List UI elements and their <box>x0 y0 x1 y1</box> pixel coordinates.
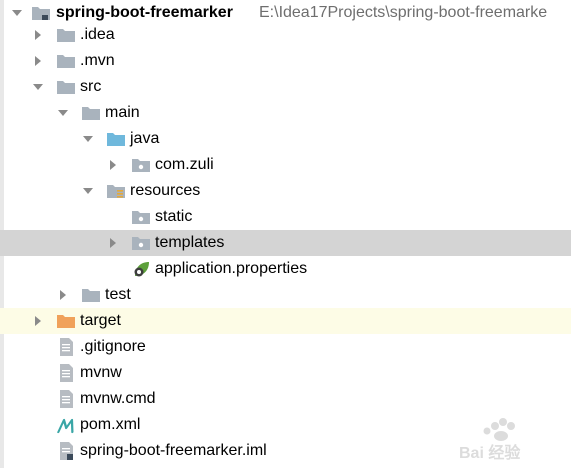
tree-row-main[interactable]: main <box>0 100 571 126</box>
resources-folder-icon <box>107 185 125 198</box>
tree-item-label: test <box>105 286 131 303</box>
tree-row-mvn[interactable]: .mvn <box>0 48 571 74</box>
tree-row-com-zuli[interactable]: com.zuli <box>0 152 571 178</box>
chevron-right-icon[interactable] <box>58 290 68 300</box>
folder-icon <box>82 107 100 120</box>
tree-item-label: static <box>155 208 193 225</box>
chevron-right-icon[interactable] <box>33 56 43 66</box>
tree-item-label: resources <box>130 182 201 199</box>
folder-icon <box>57 29 75 42</box>
folder-icon <box>82 289 100 302</box>
tree-item-label: mvnw <box>80 364 122 381</box>
tree-item-label: spring-boot-freemarker.iml <box>80 442 267 459</box>
tree-row-templates[interactable]: templates <box>0 230 571 256</box>
text-file-icon <box>60 390 73 408</box>
tree-item-label: application.properties <box>155 260 308 277</box>
spring-config-file-icon <box>134 262 149 277</box>
tree-item-label: mvnw.cmd <box>80 390 156 407</box>
tree-row-application-properties[interactable]: application.properties <box>0 256 571 282</box>
package-icon <box>132 237 150 250</box>
tree-item-label: .gitignore <box>80 338 146 355</box>
chevron-down-icon[interactable] <box>58 108 68 118</box>
tree-row-idea[interactable]: .idea <box>0 22 571 48</box>
source-folder-icon <box>107 133 125 146</box>
project-path: E:\Idea17Projects\spring-boot-freemarke <box>259 4 548 21</box>
tree-item-label: templates <box>155 234 225 251</box>
maven-icon <box>57 418 74 434</box>
chevron-down-icon[interactable] <box>83 134 93 144</box>
module-folder-icon <box>32 7 50 20</box>
tree-row-mvnw-cmd[interactable]: mvnw.cmd <box>0 386 571 412</box>
package-icon <box>132 159 150 172</box>
tree-item-label: src <box>80 78 102 95</box>
excluded-folder-icon <box>57 315 75 328</box>
tree-row-gitignore[interactable]: .gitignore <box>0 334 571 360</box>
chevron-right-icon[interactable] <box>33 30 43 40</box>
folder-icon <box>57 55 75 68</box>
chevron-down-icon[interactable] <box>12 8 22 18</box>
folder-icon <box>57 81 75 94</box>
tree-item-label: .mvn <box>80 52 115 69</box>
module-file-icon <box>60 442 73 460</box>
tree-item-label: main <box>105 104 140 121</box>
project-tree: spring-boot-freemarker E:\Idea17Projects… <box>0 0 571 468</box>
text-file-icon <box>60 364 73 382</box>
text-file-icon <box>60 338 73 356</box>
watermark-text: Bai 经验 <box>459 443 521 462</box>
tree-item-label: com.zuli <box>155 156 214 173</box>
tree-row-resources[interactable]: resources <box>0 178 571 204</box>
tree-row-static[interactable]: static <box>0 204 571 230</box>
chevron-right-icon[interactable] <box>108 160 118 170</box>
tree-item-label: pom.xml <box>80 416 141 433</box>
package-icon <box>132 211 150 224</box>
tree-item-label: .idea <box>80 26 115 43</box>
tree-item-label: target <box>80 312 121 329</box>
tree-item-label: java <box>130 130 160 147</box>
tree-row-java[interactable]: java <box>0 126 571 152</box>
baidu-jingyan-watermark: Bai 经验 <box>459 418 521 462</box>
chevron-right-icon[interactable] <box>108 238 118 248</box>
chevron-down-icon[interactable] <box>83 186 93 196</box>
tree-row-mvnw[interactable]: mvnw <box>0 360 571 386</box>
chevron-right-icon[interactable] <box>33 316 43 326</box>
tree-row-target[interactable]: target <box>0 308 571 334</box>
tree-row-src[interactable]: src <box>0 74 571 100</box>
chevron-down-icon[interactable] <box>33 82 43 92</box>
tree-row-test[interactable]: test <box>0 282 571 308</box>
project-name: spring-boot-freemarker <box>56 4 233 21</box>
